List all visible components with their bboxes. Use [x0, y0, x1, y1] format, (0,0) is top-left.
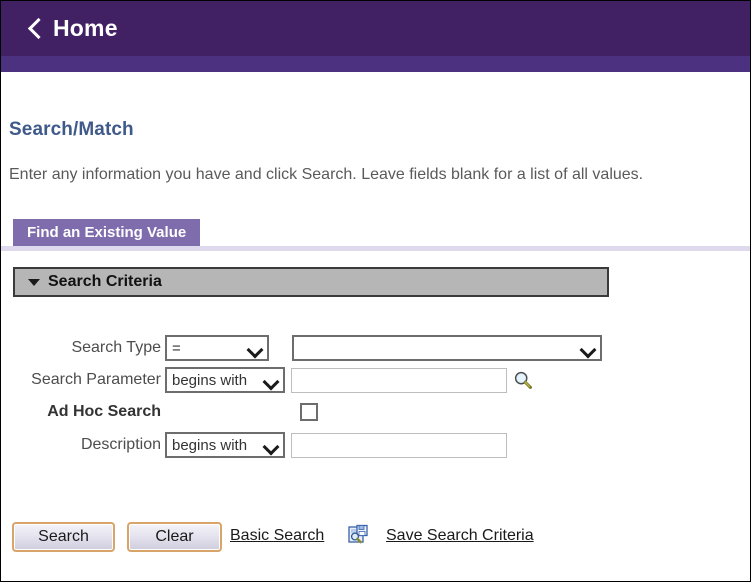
tab-strip: Find an Existing Value — [1, 219, 750, 251]
tab-underline — [1, 246, 750, 251]
search-type-label: Search Type — [71, 339, 161, 356]
clear-button[interactable]: Clear — [127, 522, 222, 552]
tab-find-an-existing-value[interactable]: Find an Existing Value — [13, 219, 201, 246]
search-type-operator-select[interactable]: = — [165, 335, 269, 361]
ad-hoc-search-label: Ad Hoc Search — [47, 403, 161, 420]
row-ad-hoc-search: Ad Hoc Search — [1, 398, 318, 426]
page-instructions: Enter any information you have and click… — [9, 166, 644, 183]
magnifier-icon[interactable] — [513, 370, 533, 390]
row-description: Description begins with — [1, 431, 507, 459]
chevron-left-icon[interactable] — [27, 16, 43, 42]
save-search-criteria-link[interactable]: Save Search Criteria — [386, 527, 534, 545]
description-label: Description — [80, 436, 161, 453]
ad-hoc-search-checkbox[interactable] — [300, 403, 318, 421]
search-criteria-label: Search Criteria — [48, 273, 162, 290]
chevron-down-icon — [265, 441, 276, 452]
chevron-down-icon — [582, 344, 593, 355]
description-input[interactable] — [291, 432, 507, 458]
search-criteria-group-header[interactable]: Search Criteria — [13, 267, 609, 297]
footer-action-bar: Search Clear Basic Search Save Search Cr… — [1, 522, 750, 562]
search-parameter-input[interactable] — [291, 367, 507, 393]
row-search-type: Search Type = — [1, 334, 602, 362]
basic-search-link[interactable]: Basic Search — [230, 527, 324, 545]
row-search-parameter: Search Parameter begins with — [1, 366, 533, 394]
home-breadcrumb-label[interactable]: Home — [53, 15, 118, 42]
nav-header: Home — [1, 1, 750, 56]
search-button[interactable]: Search — [12, 522, 115, 552]
description-operator-value: begins with — [172, 436, 248, 454]
page-title: Search/Match — [9, 119, 134, 140]
description-operator-select[interactable]: begins with — [165, 432, 285, 458]
chevron-down-icon — [249, 344, 260, 355]
nav-subbar — [1, 56, 750, 72]
search-parameter-operator-select[interactable]: begins with — [165, 367, 285, 393]
search-parameter-label: Search Parameter — [31, 371, 161, 388]
search-type-operator-value: = — [172, 339, 181, 357]
save-search-icon[interactable] — [348, 524, 370, 546]
chevron-down-icon — [265, 376, 276, 387]
triangle-down-icon[interactable] — [28, 278, 40, 286]
application-frame: Home Search/Match Enter any information … — [0, 0, 751, 582]
search-parameter-operator-value: begins with — [172, 371, 248, 389]
search-type-value-select[interactable] — [292, 335, 602, 361]
